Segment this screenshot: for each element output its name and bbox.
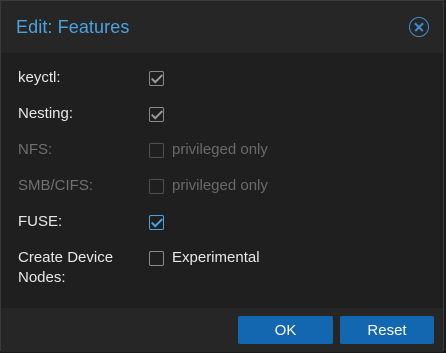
field-label-fuse: FUSE: xyxy=(18,213,63,230)
edit-features-dialog: Edit: Features keyctl: Nesting: NFS: pri… xyxy=(0,0,444,352)
field-row-keyctl: keyctl: xyxy=(18,68,164,88)
close-icon[interactable] xyxy=(409,17,429,37)
ok-button[interactable]: OK xyxy=(238,316,333,344)
smb-cifs-checkbox[interactable] xyxy=(149,178,164,194)
dialog-body: keyctl: Nesting: NFS: privileged only SM… xyxy=(1,53,443,308)
field-label-smb-cifs: SMB/CIFS: xyxy=(18,177,94,194)
fuse-checkbox[interactable] xyxy=(149,214,164,230)
create-device-nodes-note: Experimental xyxy=(172,249,260,266)
create-device-nodes-checkbox[interactable] xyxy=(149,250,164,266)
field-label-keyctl: keyctl: xyxy=(18,69,61,86)
nesting-checkbox[interactable] xyxy=(149,106,164,122)
field-control-fuse xyxy=(149,212,164,232)
field-control-create-device-nodes: Experimental xyxy=(149,248,260,268)
field-label-nfs: NFS: xyxy=(18,141,53,158)
smb-cifs-note: privileged only xyxy=(172,177,268,194)
field-control-nesting xyxy=(149,104,164,124)
field-control-keyctl xyxy=(149,68,164,88)
field-row-nfs: NFS: privileged only xyxy=(18,140,268,160)
field-control-nfs: privileged only xyxy=(149,140,268,160)
field-label-nesting: Nesting: xyxy=(18,105,74,122)
field-control-smb-cifs: privileged only xyxy=(149,176,268,196)
dialog-titlebar: Edit: Features xyxy=(1,1,443,53)
keyctl-checkbox[interactable] xyxy=(149,70,164,86)
nfs-note: privileged only xyxy=(172,141,268,158)
field-row-smb-cifs: SMB/CIFS: privileged only xyxy=(18,176,268,196)
field-row-create-device-nodes: Create Device Nodes: Experimental xyxy=(18,248,260,288)
reset-button[interactable]: Reset xyxy=(340,316,434,344)
dialog-title: Edit: Features xyxy=(16,16,130,37)
dialog-footer: OK Reset xyxy=(1,308,443,352)
field-label-create-device-nodes: Create Device Nodes: xyxy=(18,249,114,286)
field-row-fuse: FUSE: xyxy=(18,212,164,232)
nfs-checkbox[interactable] xyxy=(149,142,164,158)
field-row-nesting: Nesting: xyxy=(18,104,164,124)
